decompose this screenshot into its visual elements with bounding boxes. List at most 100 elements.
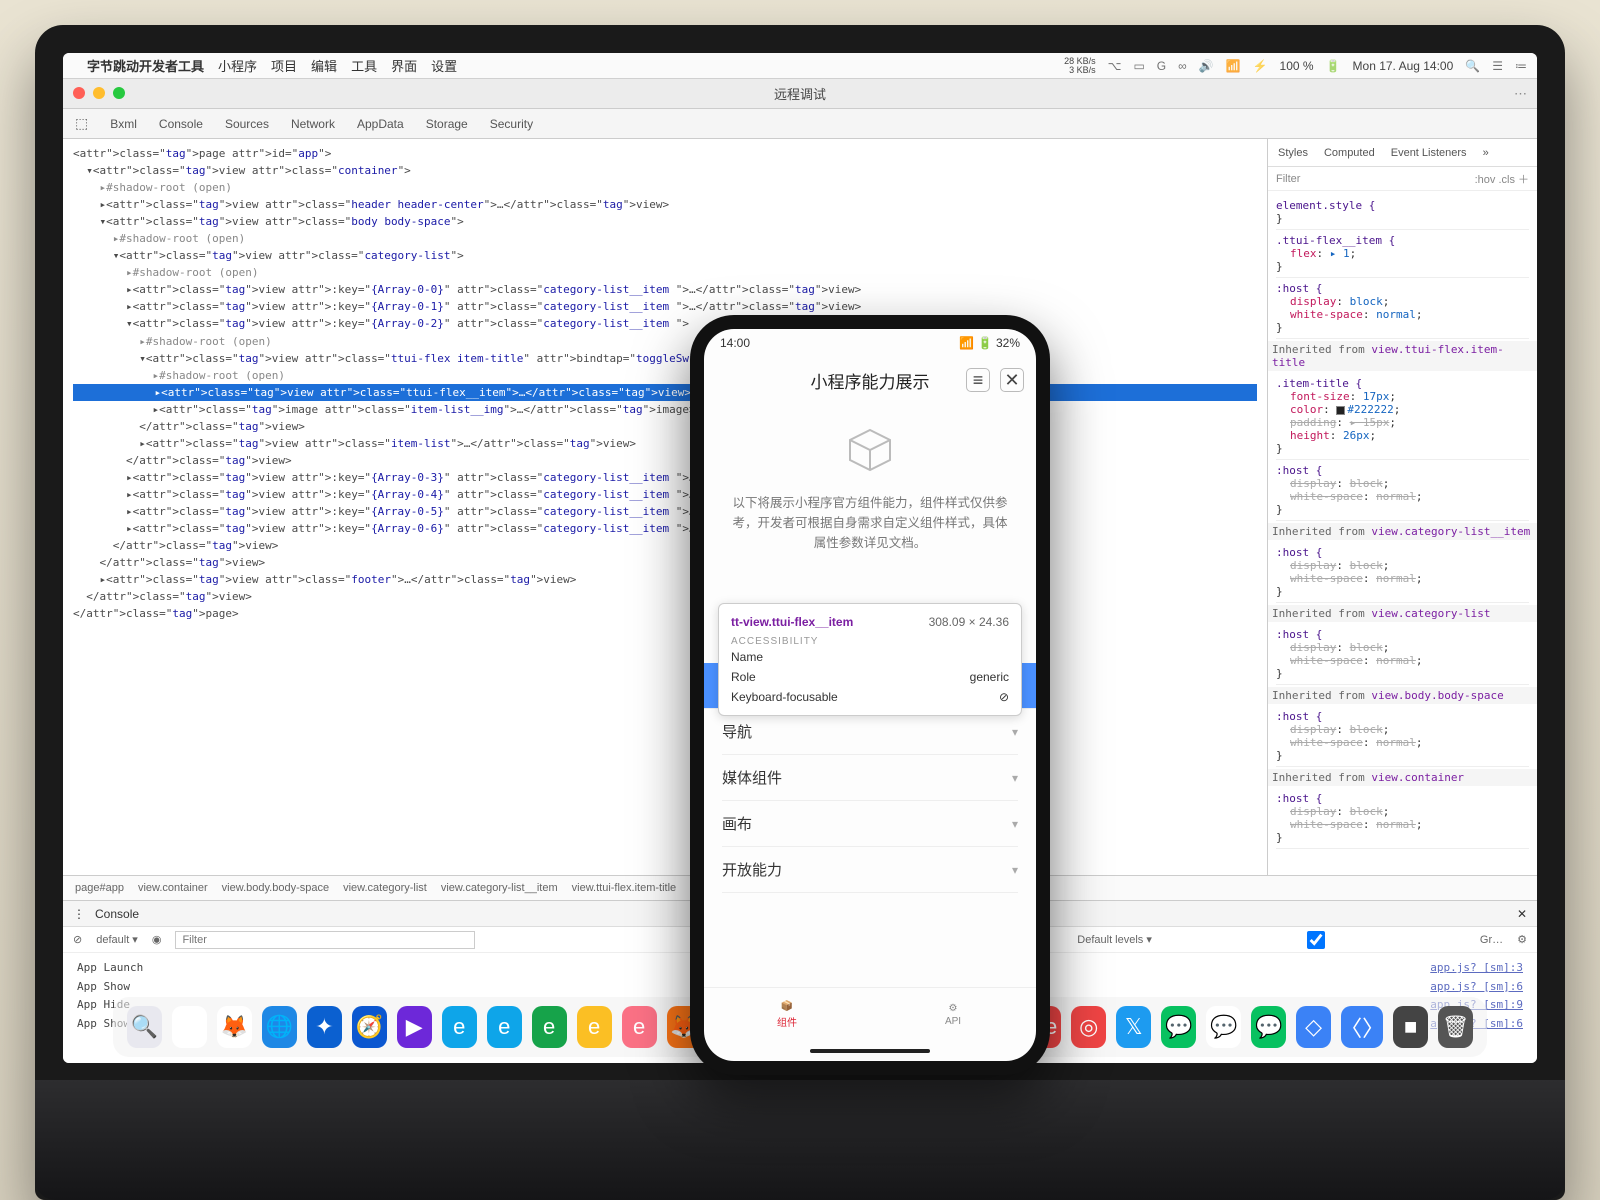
menu-item[interactable]: 项目 [271,56,297,75]
dock-app-icon[interactable]: ▶ [397,1006,432,1048]
crumb[interactable]: view.category-list [343,882,427,894]
phone-screen: 14:00 📶 🔋 32% 小程序能力展示 ≡ ✕ 以下将展示小程序官方组件能力… [704,329,1036,1061]
zoom-button[interactable] [113,87,125,99]
drawer-close-icon[interactable]: ✕ [1517,907,1527,921]
dock-app-icon[interactable]: 𝕏 [1116,1006,1151,1048]
console-levels[interactable]: Default levels ▾ [1077,933,1152,946]
close-icon[interactable]: ✕ [1000,368,1024,392]
inspect-element-icon[interactable]: ⬚ [75,115,88,132]
tooltip-dimensions: 308.09 × 24.36 [929,615,1009,629]
phone-status-bar: 14:00 📶 🔋 32% [704,329,1036,357]
dock-app-icon[interactable]: 〈〉 [1341,1006,1383,1048]
console-eye-icon[interactable]: ◉ [152,933,162,946]
tab-storage[interactable]: Storage [426,117,468,131]
crumb[interactable]: view.container [138,882,208,894]
switch-icon[interactable]: ⌥ [1108,59,1122,73]
tab-more[interactable]: » [1483,147,1489,159]
menu-item[interactable]: 界面 [391,56,417,75]
miniapp-body[interactable]: 以下将展示小程序官方组件能力，组件样式仅供参考，开发者可根据自身需求自定义组件样… [704,403,1036,987]
tab-network[interactable]: Network [291,117,335,131]
bluetooth-icon[interactable]: ⚡ [1253,59,1268,73]
tab-appdata[interactable]: AppData [357,117,404,131]
control-center-icon[interactable]: ☰ [1492,59,1503,73]
console-group-checkbox[interactable] [1166,931,1466,949]
dock-app-icon[interactable]: 🌐 [262,1006,297,1048]
refresh-icon[interactable]: ∞ [1178,59,1187,73]
dock-app-icon[interactable]: 🗑 [1438,1006,1473,1048]
dock-app-icon[interactable]: e [622,1006,657,1048]
styles-sidebar: Styles Computed Event Listeners » Filter… [1267,139,1537,875]
console-clear-icon[interactable]: ⊘ [73,933,82,946]
category-item[interactable]: 媒体组件▾ [722,755,1018,801]
gesture-bar [704,1041,1036,1061]
miniapp-description: 以下将展示小程序官方组件能力，组件样式仅供参考，开发者可根据自身需求自定义组件样… [722,493,1018,567]
crumb[interactable]: view.category-list__item [441,882,558,894]
elements-dom-tree[interactable]: <attr">class="tag">page attr">id="app"> … [63,139,1267,875]
battery-icon[interactable]: 🔋 [1326,59,1341,73]
crumb[interactable]: view.body.body-space [222,882,329,894]
console-context[interactable]: default ▾ [96,933,138,946]
dock-app-icon[interactable]: 💬 [1251,1006,1286,1048]
category-item[interactable]: 开放能力▾ [722,847,1018,893]
menu-item[interactable]: 编辑 [311,56,337,75]
add-rule-icon[interactable]: ＋ [1518,174,1529,186]
phone-status-icons: 📶 🔋 32% [959,336,1020,350]
tab-security[interactable]: Security [490,117,533,131]
minimize-button[interactable] [93,87,105,99]
window-more-icon[interactable]: ⋯ [1514,86,1527,102]
crumb[interactable]: page#app [75,882,124,894]
dock-app-icon[interactable]: 🧭 [352,1006,387,1048]
drawer-toggle-icon[interactable]: ⋮ [73,907,85,921]
hov-toggle[interactable]: :hov [1475,174,1496,186]
menu-icon[interactable]: ≡ [966,368,990,392]
display-icon[interactable]: ▭ [1133,59,1144,73]
category-item[interactable]: 画布▾ [722,801,1018,847]
tab-computed[interactable]: Computed [1324,147,1375,159]
dock-app-icon[interactable]: 🦊 [217,1006,252,1048]
cls-toggle[interactable]: .cls [1498,174,1515,186]
styles-tabs: Styles Computed Event Listeners » [1268,139,1537,167]
crumb[interactable]: view.ttui-flex.item-title [572,882,677,894]
tab-bxml[interactable]: Bxml [110,117,137,131]
miniapp-titlebar: 小程序能力展示 ≡ ✕ [704,357,1036,403]
console-settings-icon[interactable]: ⚙ [1517,933,1527,946]
dock-app-icon[interactable]: e [487,1006,522,1048]
clock[interactable]: Mon 17. Aug 14:00 [1353,59,1454,73]
tab-event-listeners[interactable]: Event Listeners [1391,147,1467,159]
dock-app-icon[interactable]: ◎ [1071,1006,1106,1048]
tab-console[interactable]: Console [159,117,203,131]
app-name[interactable]: 字节跳动开发者工具 [87,56,204,75]
dock-app-icon[interactable]: e [442,1006,477,1048]
dock-app-icon[interactable]: 💬 [1161,1006,1196,1048]
menu-item[interactable]: 小程序 [218,56,257,75]
nav-item[interactable]: ⚙API [870,988,1036,1041]
notifications-icon[interactable]: ≔ [1515,59,1527,73]
tab-sources[interactable]: Sources [225,117,269,131]
tab-styles[interactable]: Styles [1278,147,1308,159]
console-filter-input[interactable] [175,931,475,949]
window-title-text: 远程调试 [774,84,826,103]
volume-icon[interactable]: 🔊 [1199,59,1214,73]
wifi-icon[interactable]: 📶 [1226,59,1241,73]
dock-app-icon[interactable]: C [172,1006,207,1048]
google-icon[interactable]: G [1157,59,1166,73]
dock-app-icon[interactable]: ■ [1393,1006,1428,1048]
dock-app-icon[interactable]: e [577,1006,612,1048]
element-inspect-tooltip: tt-view.ttui-flex__item 308.09 × 24.36 A… [718,603,1022,716]
close-button[interactable] [73,87,85,99]
window-traffic-lights [73,87,125,99]
styles-filter-input[interactable]: Filter [1276,173,1300,185]
dock-app-icon[interactable]: 💬 [1206,1006,1241,1048]
dock-app-icon[interactable]: 🔍 [127,1006,162,1048]
menu-item[interactable]: 工具 [351,56,377,75]
devtools-toolbar: ⬚ Bxml Console Sources Network AppData S… [63,109,1537,139]
nav-item[interactable]: 📦组件 [704,988,870,1041]
dock-app-icon[interactable]: ✦ [307,1006,342,1048]
dock-app-icon[interactable]: e [532,1006,567,1048]
menu-item[interactable]: 设置 [431,56,457,75]
laptop-keyboard-deck [35,1080,1565,1200]
nav-icon: ⚙ [949,1003,958,1014]
dock-app-icon[interactable]: ◇ [1296,1006,1331,1048]
css-rules-list[interactable]: element.style {}….ttui-flex__item {flex:… [1268,191,1537,875]
spotlight-icon[interactable]: 🔍 [1465,59,1480,73]
